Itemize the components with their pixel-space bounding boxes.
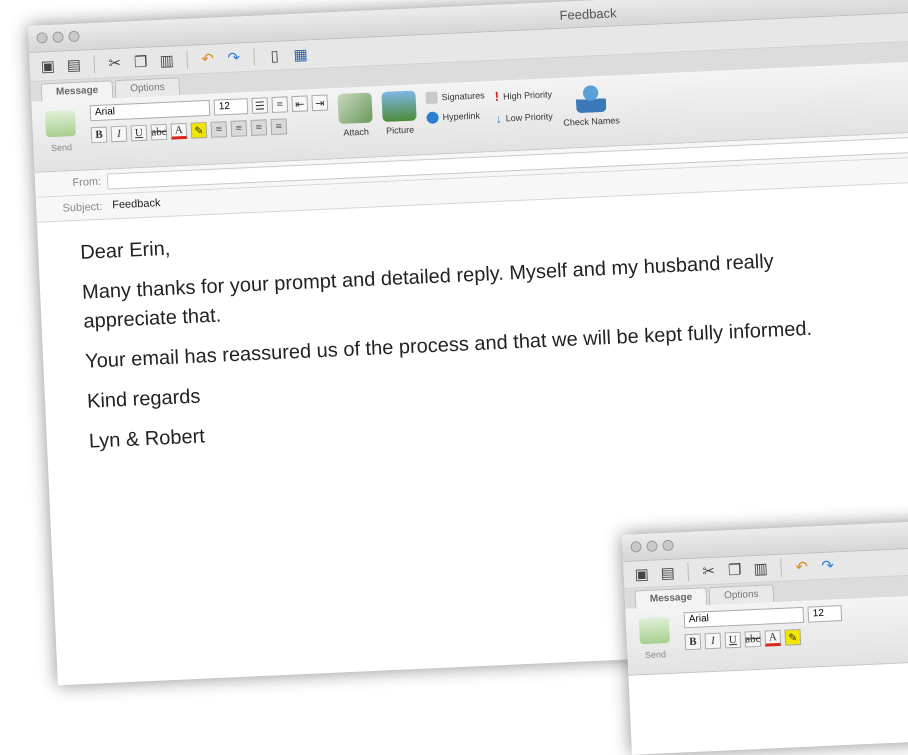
- toolbar-divider: [687, 563, 690, 582]
- high-priority-button[interactable]: ! High Priority: [494, 86, 552, 104]
- font-name-select[interactable]: Arial: [89, 99, 211, 122]
- hyperlink-label: Hyperlink: [442, 110, 481, 123]
- strikethrough-button[interactable]: abc: [744, 630, 762, 648]
- send-label: Send: [644, 649, 667, 661]
- redo-icon[interactable]: ↷: [817, 556, 838, 575]
- align-left-icon[interactable]: ≡: [210, 121, 228, 138]
- close-window-button[interactable]: [630, 541, 642, 553]
- formatting-group: Arial 12 B I U abc A ✎: [683, 605, 844, 651]
- priority-group: ! High Priority ↓ Low Priority: [494, 84, 553, 126]
- send-icon: [638, 616, 670, 645]
- person-check-icon: [574, 81, 607, 114]
- exclamation-icon: !: [494, 88, 500, 104]
- strikethrough-button[interactable]: abc: [150, 123, 168, 141]
- italic-button[interactable]: I: [704, 632, 722, 650]
- picture-icon: [381, 90, 417, 123]
- paste-icon[interactable]: ▥: [750, 559, 771, 578]
- align-center-icon[interactable]: ≡: [230, 120, 248, 137]
- bold-button[interactable]: B: [90, 126, 108, 144]
- tab-options[interactable]: Options: [708, 584, 774, 606]
- decrease-indent-icon[interactable]: ⇤: [291, 95, 309, 113]
- from-label: From:: [72, 175, 102, 190]
- signatures-label: Signatures: [441, 90, 485, 103]
- justify-icon[interactable]: ≡: [270, 118, 288, 136]
- send-label: Send: [50, 142, 73, 154]
- italic-button[interactable]: I: [110, 125, 128, 143]
- picture-button[interactable]: Picture: [381, 90, 417, 136]
- undo-icon[interactable]: ↶: [791, 557, 812, 577]
- check-names-label: Check Names: [563, 115, 621, 128]
- highlight-icon[interactable]: ✎: [784, 629, 802, 646]
- send-button[interactable]: Send: [634, 613, 676, 661]
- tab-message[interactable]: Message: [40, 80, 114, 102]
- toolbar-divider: [253, 47, 256, 66]
- copy-icon[interactable]: ❐: [130, 52, 151, 72]
- tab-message[interactable]: Message: [634, 587, 708, 609]
- increase-indent-icon[interactable]: ⇥: [311, 94, 329, 112]
- bold-button[interactable]: B: [684, 633, 702, 651]
- insert-group: Signatures Hyperlink: [425, 87, 486, 125]
- attach-button[interactable]: Attach: [337, 92, 373, 138]
- high-priority-label: High Priority: [502, 88, 553, 102]
- paste-icon[interactable]: ▥: [156, 51, 177, 70]
- font-color-icon[interactable]: A: [764, 629, 782, 647]
- formatting-group: Arial 12 ☰ ≡ ⇤ ⇥ B I U abc A ✎ ≡ ≡ ≡ ≡: [89, 94, 329, 144]
- window-controls: [630, 539, 674, 553]
- bullets-icon[interactable]: ☰: [251, 97, 269, 114]
- down-arrow-icon: ↓: [495, 111, 503, 126]
- cut-icon[interactable]: ✂: [698, 562, 719, 581]
- paperclip-icon: [337, 92, 373, 125]
- attach-label: Attach: [343, 126, 370, 138]
- toolbar-divider: [780, 558, 783, 577]
- overlay-compose-window: ▣ ▤ ✂ ❐ ▥ ↶ ↷ Message Options Send Arial…: [622, 515, 908, 755]
- message-body[interactable]: Dear Erin, Many thanks for your prompt a…: [37, 177, 908, 458]
- globe-link-icon: [426, 111, 439, 125]
- font-size-select[interactable]: 12: [807, 605, 843, 623]
- low-priority-button[interactable]: ↓ Low Priority: [495, 109, 553, 126]
- hyperlink-button[interactable]: Hyperlink: [426, 109, 486, 125]
- minimize-window-button[interactable]: [646, 540, 658, 552]
- align-right-icon[interactable]: ≡: [250, 119, 268, 136]
- print-icon[interactable]: ▤: [657, 564, 678, 583]
- check-names-button[interactable]: Check Names: [562, 81, 620, 128]
- signatures-button[interactable]: Signatures: [425, 89, 485, 105]
- toolbar-divider: [93, 55, 96, 74]
- undo-icon[interactable]: ↶: [197, 49, 218, 69]
- send-button[interactable]: Send: [40, 106, 82, 154]
- copy-icon[interactable]: ❐: [724, 560, 745, 580]
- tab-options[interactable]: Options: [114, 77, 181, 99]
- save-icon[interactable]: ▣: [37, 57, 58, 76]
- subject-label: Subject:: [62, 200, 103, 215]
- signature-pen-icon: [425, 91, 438, 105]
- cut-icon[interactable]: ✂: [104, 54, 125, 73]
- underline-button[interactable]: U: [724, 631, 742, 649]
- font-color-icon[interactable]: A: [170, 122, 188, 140]
- low-priority-label: Low Priority: [505, 111, 553, 124]
- redo-icon[interactable]: ↷: [223, 48, 244, 67]
- picture-label: Picture: [385, 124, 415, 136]
- address-book-icon[interactable]: ▦: [290, 45, 311, 64]
- toolbar-divider: [186, 50, 189, 69]
- highlight-icon[interactable]: ✎: [190, 121, 208, 139]
- zoom-window-button[interactable]: [662, 539, 674, 552]
- document-icon[interactable]: ▯: [264, 46, 285, 65]
- numbering-icon[interactable]: ≡: [271, 96, 289, 114]
- send-icon: [44, 109, 77, 138]
- save-icon[interactable]: ▣: [631, 565, 652, 584]
- print-icon[interactable]: ▤: [63, 56, 84, 75]
- font-name-select[interactable]: Arial: [683, 606, 805, 629]
- font-size-select[interactable]: 12: [213, 98, 249, 116]
- underline-button[interactable]: U: [130, 124, 148, 142]
